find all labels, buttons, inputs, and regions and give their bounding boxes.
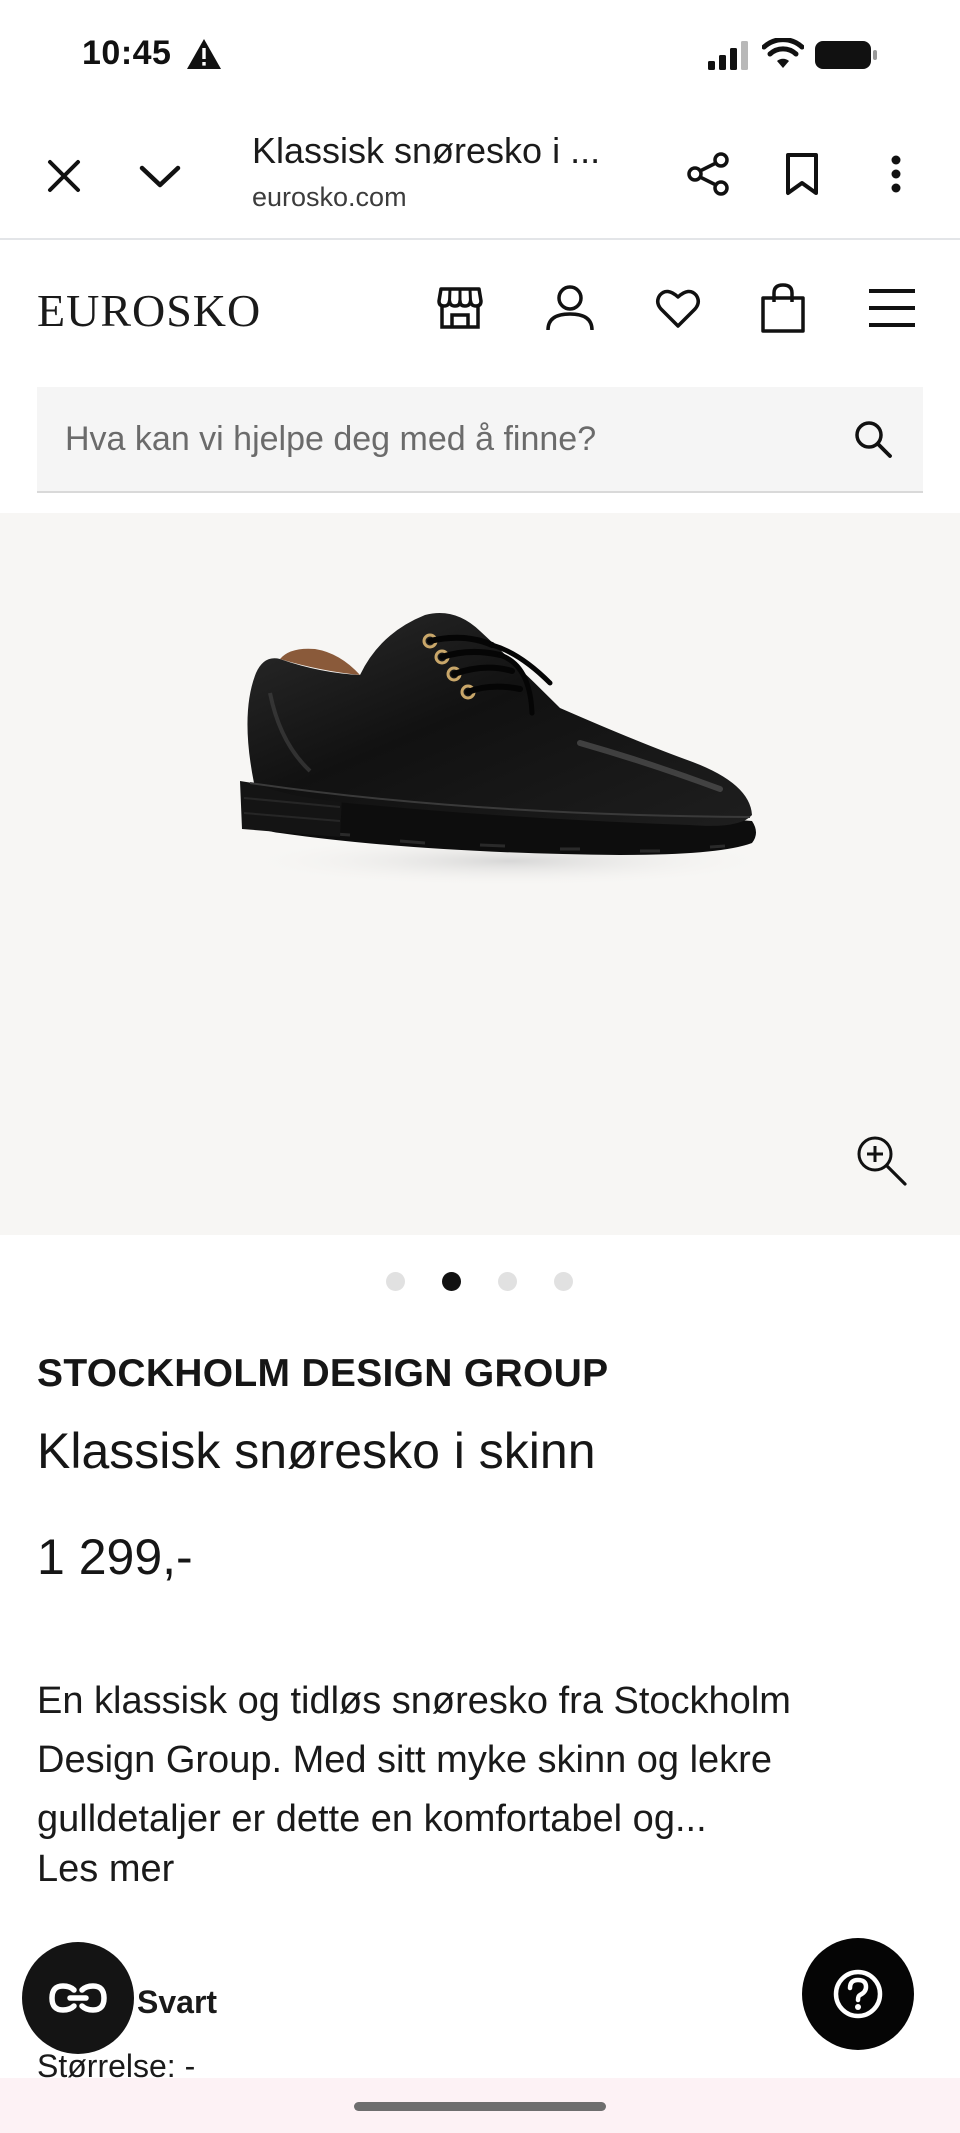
- search-icon: [855, 421, 892, 458]
- menu-button[interactable]: [864, 280, 920, 336]
- signal-icon: [708, 41, 748, 70]
- wifi-icon: [762, 38, 804, 68]
- carousel-dot[interactable]: [386, 1272, 405, 1291]
- close-icon: [48, 160, 80, 192]
- carousel-indicator: [0, 1272, 960, 1296]
- zoom-in-icon: [857, 1136, 907, 1186]
- cart-button[interactable]: [755, 280, 811, 336]
- browser-toolbar: Klassisk snøresko i ... eurosko.com: [0, 108, 960, 240]
- page-url[interactable]: eurosko.com: [252, 182, 407, 213]
- status-bar: 10:45: [0, 0, 960, 108]
- search-bar: [37, 387, 923, 493]
- share-icon: [687, 152, 729, 196]
- more-vertical-icon: [891, 155, 901, 193]
- product-description: En klassisk og tidløs snøresko fra Stock…: [37, 1680, 791, 1840]
- search-button[interactable]: [849, 415, 897, 463]
- close-tab-button[interactable]: [36, 148, 92, 204]
- bag-icon: [761, 283, 805, 333]
- heart-icon: [656, 289, 700, 328]
- bookmark-icon: [786, 153, 818, 195]
- more-options-button[interactable]: [868, 146, 924, 202]
- chat-loop-icon: [49, 1983, 107, 2013]
- account-button[interactable]: [542, 280, 598, 336]
- product-brand[interactable]: STOCKHOLM DESIGN GROUP: [37, 1352, 608, 1396]
- warning-icon: [187, 39, 221, 69]
- chevron-down-icon: [139, 165, 181, 188]
- read-more-link[interactable]: Les mer: [37, 1848, 174, 1891]
- help-button[interactable]: [802, 1938, 914, 2050]
- home-indicator[interactable]: [354, 2102, 606, 2111]
- minimize-button[interactable]: [132, 148, 188, 204]
- help-icon: [833, 1969, 883, 2019]
- product-image-gallery[interactable]: [0, 513, 960, 1235]
- bookmark-button[interactable]: [774, 146, 830, 202]
- product-image: [240, 613, 780, 887]
- battery-icon: [815, 41, 877, 69]
- store-locator-button[interactable]: [432, 280, 488, 336]
- product-price: 1 299,-: [37, 1529, 193, 1585]
- menu-icon: [869, 289, 915, 327]
- carousel-dot[interactable]: [442, 1272, 461, 1291]
- status-time: 10:45: [82, 34, 172, 72]
- product-name: Klassisk snøresko i skinn: [37, 1423, 596, 1479]
- selected-color: Svart: [137, 1984, 218, 2020]
- wishlist-button[interactable]: [650, 280, 706, 336]
- site-header: EUROSKO: [0, 242, 960, 372]
- carousel-dot[interactable]: [554, 1272, 573, 1291]
- search-input[interactable]: [65, 387, 825, 491]
- account-icon: [546, 285, 594, 331]
- share-button[interactable]: [680, 146, 736, 202]
- store-icon: [437, 287, 483, 329]
- eurosko-logo[interactable]: EUROSKO: [37, 284, 261, 337]
- carousel-dot[interactable]: [498, 1272, 517, 1291]
- page-title: Klassisk snøresko i ...: [252, 130, 601, 171]
- zoom-button[interactable]: [852, 1131, 910, 1189]
- chat-button[interactable]: [22, 1942, 134, 2054]
